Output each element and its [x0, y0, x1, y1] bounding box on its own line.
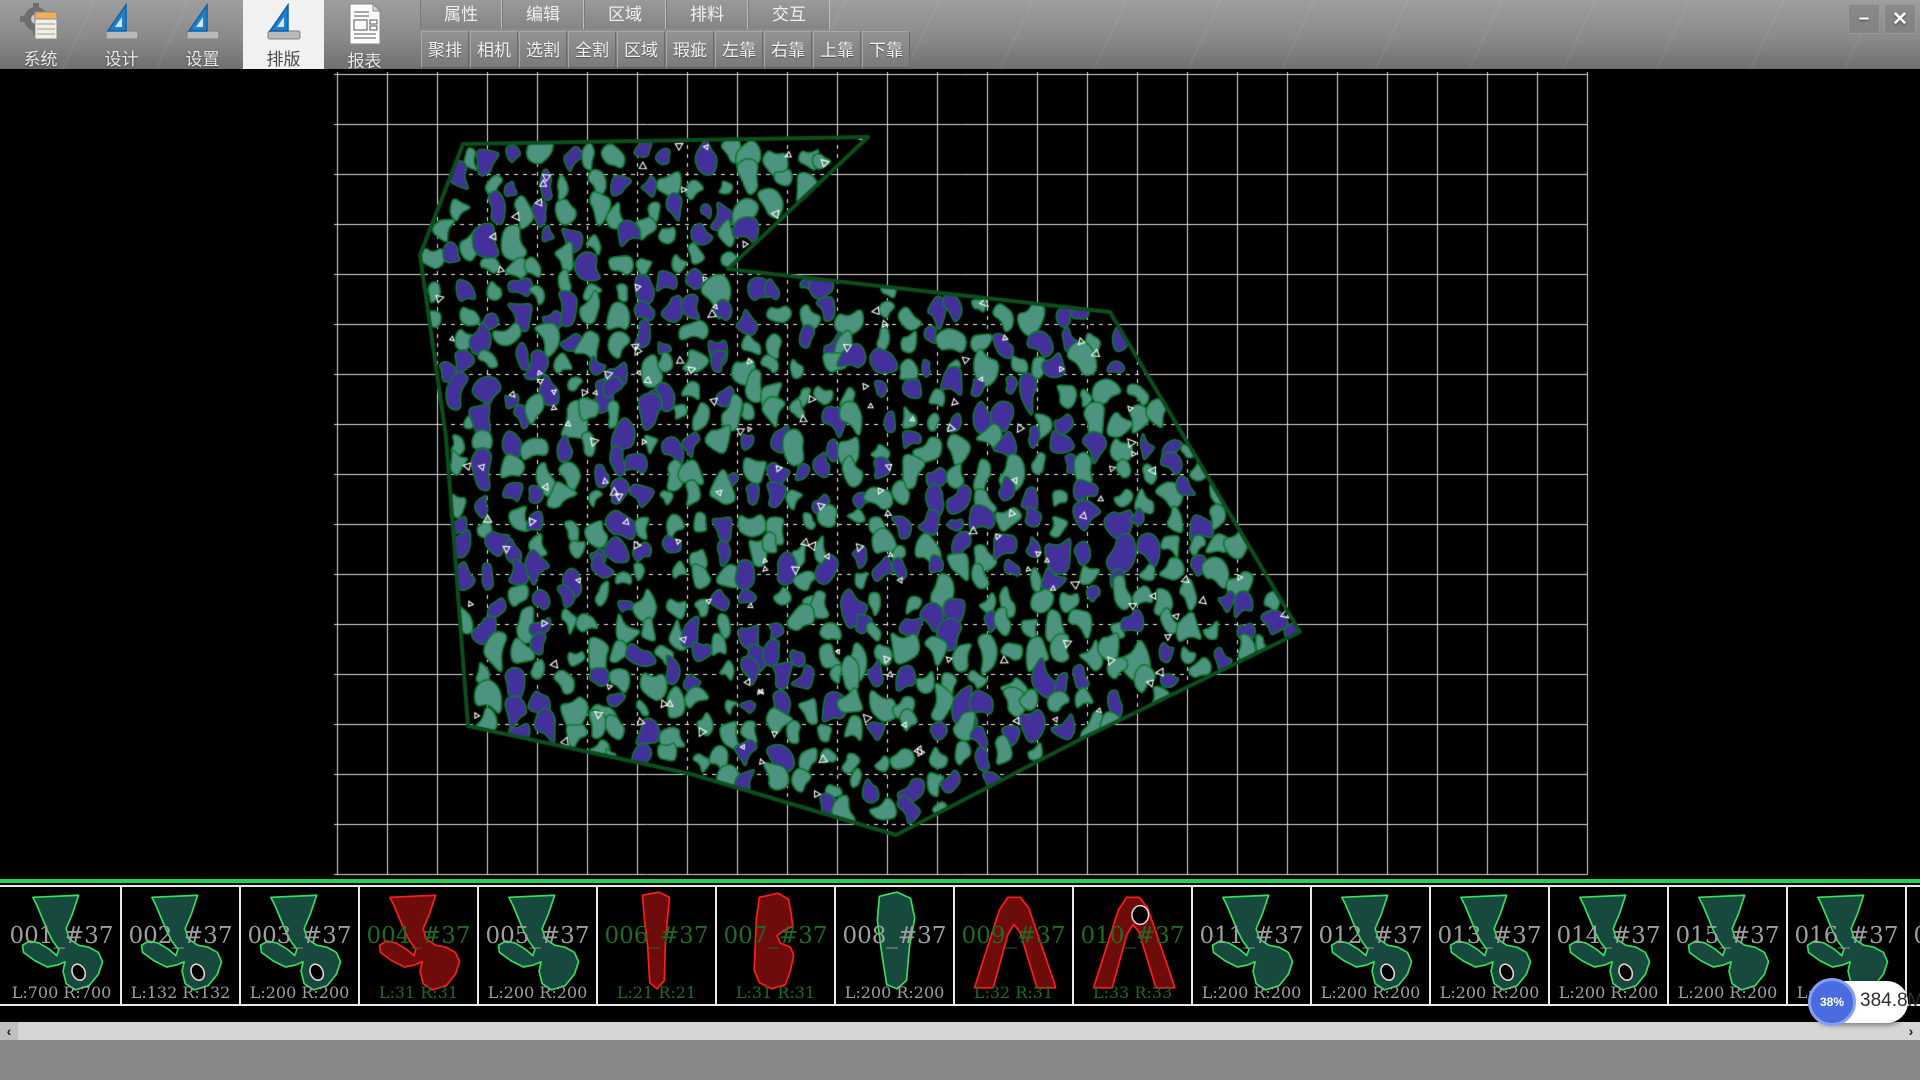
nesting-canvas[interactable] [0, 72, 1920, 882]
status-bar [0, 1040, 1920, 1080]
thumbnail-id-label: 015_#37 [1669, 923, 1786, 949]
nav-report-button[interactable]: 报表 [324, 0, 405, 69]
nav-system-label: 系统 [24, 45, 58, 70]
menu-region[interactable]: 区域 [584, 0, 666, 29]
memory-value: 384.8M [1860, 990, 1920, 1012]
thumbnail-id-label: 002_#37 [122, 923, 239, 949]
tool-align-left[interactable]: 左靠 [715, 31, 763, 68]
thumbnail-lr-count: L:200 R:200 [479, 983, 596, 1002]
tool-align-top[interactable]: 上靠 [813, 31, 861, 68]
thumbnail-lr-count: L:31 R:31 [360, 983, 477, 1002]
thumbnail-id-label: 007_#37 [717, 923, 834, 949]
thumbnail-id-label: 003_#37 [241, 923, 358, 949]
thumbnail-id-label: 017_#37 [1907, 923, 1920, 949]
menu-nesting[interactable]: 排料 [666, 0, 748, 29]
thumbnail-lr-count: L:200 R:200 [1312, 983, 1429, 1002]
thumbnail-id-label: 009_#37 [955, 923, 1072, 949]
thumbnail-id-label: 012_#37 [1312, 923, 1429, 949]
horizontal-scrollbar[interactable]: ‹ › [0, 1022, 1920, 1040]
thumbnail-lr-count: L:200 R:200 [241, 983, 358, 1002]
strip-top-green-line [0, 879, 1920, 883]
tool-cluster-nest[interactable]: 聚排 [421, 31, 469, 68]
system-icon [19, 3, 63, 43]
thumbnail-lr-count: L:33 R:33 [1074, 983, 1191, 1002]
scroll-right-button[interactable]: › [1902, 1022, 1920, 1040]
thumbnail-cell-003_#37[interactable]: 003_#37 L:200 R:200 [241, 887, 360, 1004]
nav-settings-label: 设置 [186, 45, 220, 70]
design-icon [100, 3, 144, 43]
tool-select-cut[interactable]: 选割 [519, 31, 567, 68]
thumbnail-id-label: 010_#37 [1074, 923, 1191, 949]
thumbnail-cell-001_#37[interactable]: 001_#37 L:700 R:700 [3, 887, 122, 1004]
thumbnail-id-label: 006_#37 [598, 923, 715, 949]
layout-icon [262, 3, 306, 43]
tool-region[interactable]: 区域 [617, 31, 665, 68]
thumbnail-lr-count: L:200 R:200 [836, 983, 953, 1002]
thumbnail-id-label: 008_#37 [836, 923, 953, 949]
thumbnail-lr-count: L:200 R:200 [1669, 983, 1786, 1002]
thumbnail-cell-014_#37[interactable]: 014_#37 L:200 R:200 [1550, 887, 1669, 1004]
titlebar: 系统 设计 [0, 0, 1920, 72]
thumbnail-cell-015_#37[interactable]: 015_#37 L:200 R:200 [1669, 887, 1788, 1004]
thumbnail-cell-004_#37[interactable]: 004_#37 L:31 R:31 [360, 887, 479, 1004]
thumbnail-cell-011_#37[interactable]: 011_#37 L:200 R:200 [1193, 887, 1312, 1004]
window-controls: – ✕ [1848, 4, 1916, 34]
thumbnail-lr-count: L:21 R:21 [598, 983, 715, 1002]
tool-align-right[interactable]: 右靠 [764, 31, 812, 68]
thumbnail-lr-count: L:31 R:31 [717, 983, 834, 1002]
piece-thumbnail-strip: 001_#37L:700 R:700002_#37L:132 R:132003_… [0, 885, 1920, 1006]
thumbnail-lr-count: L:200 R:200 [1193, 983, 1310, 1002]
tool-cut-all[interactable]: 全割 [568, 31, 616, 68]
application-window: 系统 设计 [0, 0, 1920, 1080]
progress-circle: 38% [1808, 978, 1856, 1026]
thumbnail-lr-count: L:200 R:200 [1550, 983, 1667, 1002]
thumbnail-cell-005_#37[interactable]: 005_#37 L:200 R:200 [479, 887, 598, 1004]
nav-design-button[interactable]: 设计 [81, 0, 162, 69]
workspace: 001_#37L:700 R:700002_#37L:132 R:132003_… [0, 72, 1920, 1022]
minimize-button[interactable]: – [1848, 4, 1880, 34]
thumbnail-cell-010_#37[interactable]: 010_#37 L:33 R:33 [1074, 887, 1193, 1004]
nav-layout-button[interactable]: 排版 [243, 0, 324, 69]
progress-percent: 38% [1820, 995, 1844, 1009]
menu-properties[interactable]: 属性 [420, 0, 502, 29]
thumbnail-cell-008_#37[interactable]: 008_#37 L:200 R:200 [836, 887, 955, 1004]
thumbnail-id-label: 014_#37 [1550, 923, 1667, 949]
thumbnail-cell-002_#37[interactable]: 002_#37 L:132 R:132 [122, 887, 241, 1004]
tool-camera[interactable]: 相机 [470, 31, 518, 68]
thumbnail-cell-017_#37[interactable]: 017_#37L:2 [1907, 887, 1920, 1004]
thumbnail-lr-count: L:32 R:31 [955, 983, 1072, 1002]
thumbnail-lr-count: L:200 R:200 [1431, 983, 1548, 1002]
thumbnail-cell-006_#37[interactable]: 006_#37 L:21 R:21 [598, 887, 717, 1004]
nav-report-label: 报表 [348, 47, 382, 72]
thumbnail-id-label: 011_#37 [1193, 923, 1310, 949]
thumbnail-id-label: 001_#37 [3, 923, 120, 949]
thumbnail-lr-count: L:700 R:700 [3, 983, 120, 1002]
settings-icon [181, 3, 225, 43]
menu-interactive[interactable]: 交互 [748, 0, 830, 29]
report-icon [343, 3, 387, 45]
thumbnail-id-label: 013_#37 [1431, 923, 1548, 949]
tool-bar: 聚排 相机 选割 全割 区域 瑕疵 左靠 右靠 上靠 下靠 [421, 31, 910, 68]
thumbnail-id-label: 005_#37 [479, 923, 596, 949]
thumbnail-id-label: 004_#37 [360, 923, 477, 949]
nav-design-label: 设计 [105, 45, 139, 70]
nav-layout-label: 排版 [267, 45, 301, 70]
thumbnail-cell-013_#37[interactable]: 013_#37 L:200 R:200 [1431, 887, 1550, 1004]
menu-edit[interactable]: 编辑 [502, 0, 584, 29]
main-nav: 系统 设计 [0, 0, 405, 69]
menu-bar: 属性 编辑 区域 排料 交互 [420, 0, 830, 29]
thumbnail-cell-007_#37[interactable]: 007_#37 L:31 R:31 [717, 887, 836, 1004]
nav-settings-button[interactable]: 设置 [162, 0, 243, 69]
tool-align-bottom[interactable]: 下靠 [862, 31, 910, 68]
scroll-left-button[interactable]: ‹ [0, 1022, 18, 1040]
thumbnail-cell-012_#37[interactable]: 012_#37 L:200 R:200 [1312, 887, 1431, 1004]
thumbnail-lr-count: L:132 R:132 [122, 983, 239, 1002]
thumbnail-cell-009_#37[interactable]: 009_#37 L:32 R:31 [955, 887, 1074, 1004]
nav-system-button[interactable]: 系统 [0, 0, 81, 69]
close-button[interactable]: ✕ [1884, 4, 1916, 34]
thumbnail-id-label: 016_#37 [1788, 923, 1905, 949]
tool-defect[interactable]: 瑕疵 [666, 31, 714, 68]
